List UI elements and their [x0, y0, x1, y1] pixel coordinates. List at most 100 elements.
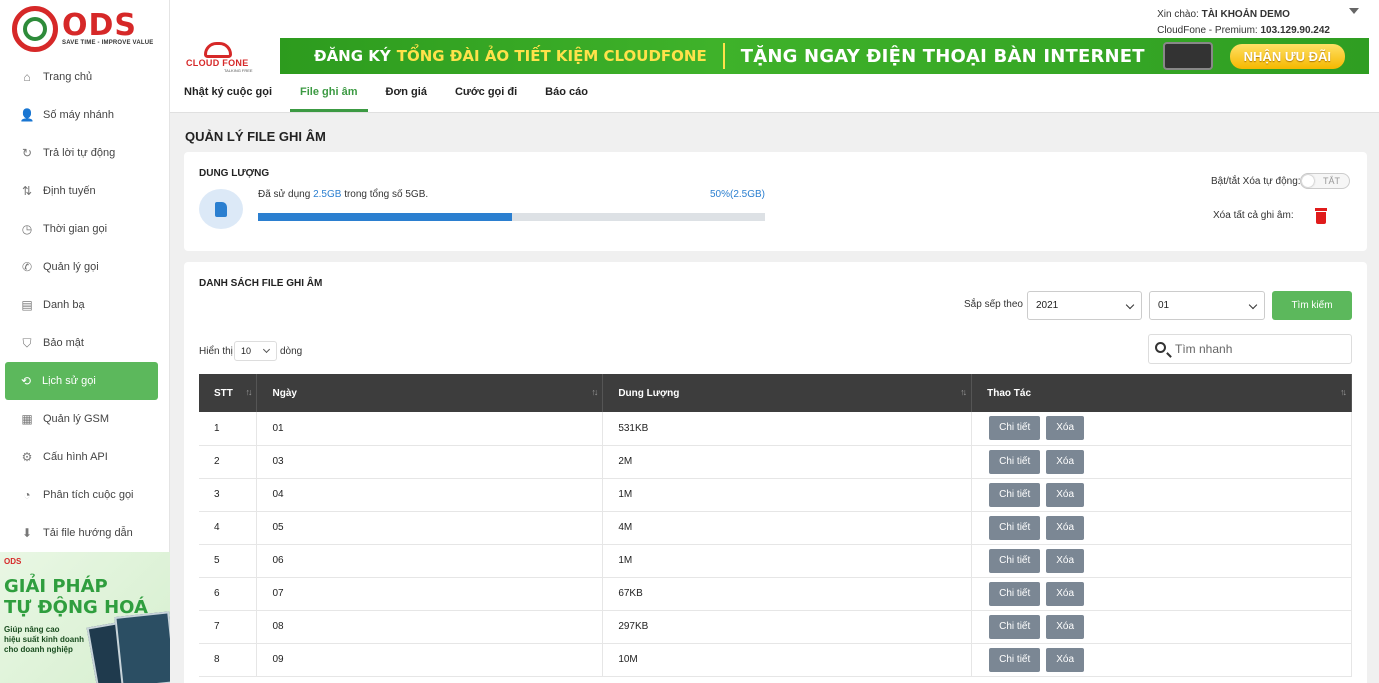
promo-subtitle: Giúp nâng cao hiệu suất kinh doanh cho d… [4, 625, 84, 655]
sidebar-item-label: Quản lý gọi [43, 261, 99, 273]
quick-search-box[interactable] [1148, 334, 1352, 364]
cell-size: 2M [602, 445, 973, 478]
sidebar-item-11[interactable]: ⚙ Cấu hình API [0, 438, 169, 476]
sort-arrows-icon[interactable]: ↑↓ [960, 387, 967, 397]
delete-button[interactable]: Xóa [1046, 416, 1085, 441]
cloudfone-promo-banner[interactable]: ĐĂNG KÝ TỔNG ĐÀI ẢO TIẾT KIỆM CLOUDFONE … [280, 38, 1369, 74]
table-row: 6 07 67KB Chi tiết Xóa [199, 577, 1352, 610]
promo-banner[interactable]: ODS GIẢI PHÁP TỰ ĐỘNG HOÁ Giúp nâng cao … [0, 552, 170, 683]
storage-card: DUNG LƯỢNG Đã sử dụng 2.5GB trong tổng s… [184, 152, 1367, 251]
home-icon: ⌂ [23, 70, 31, 84]
contacts-icon: ▤ [21, 298, 33, 312]
delete-button[interactable]: Xóa [1046, 482, 1085, 507]
tab-3[interactable]: Đơn giá [376, 74, 437, 112]
column-header[interactable]: STT ↑↓ [199, 374, 258, 412]
sidebar-item-13[interactable]: ⬇ Tải file hướng dẫn [0, 514, 169, 552]
detail-button[interactable]: Chi tiết [989, 416, 1041, 441]
sidebar-item-4[interactable]: ⇅ Định tuyến [0, 172, 169, 210]
chevron-down-icon [262, 345, 271, 354]
sidebar-item-10[interactable]: ▦ Quản lý GSM [0, 400, 169, 438]
sidebar-item-label: Bảo mật [43, 337, 84, 349]
delete-button[interactable]: Xóa [1046, 614, 1085, 639]
detail-button[interactable]: Chi tiết [989, 482, 1041, 507]
cell-day: 05 [256, 511, 604, 544]
show-label: Hiển thị [199, 346, 233, 357]
delete-button[interactable]: Xóa [1046, 449, 1085, 474]
delete-button[interactable]: Xóa [1046, 647, 1085, 672]
trash-icon[interactable] [1315, 208, 1327, 224]
cloudfone-logo-text: CLOUD FONE [186, 58, 249, 68]
sidebar-item-label: Trang chủ [43, 71, 93, 83]
column-header[interactable]: Dung Lượng ↑↓ [602, 374, 973, 412]
month-select[interactable]: 01 [1149, 291, 1265, 320]
sidebar-item-7[interactable]: ▤ Danh bạ [0, 286, 169, 324]
phone-icon: ✆ [21, 260, 33, 274]
storage-progress-fill [258, 213, 512, 221]
sidebar-item-label: Trả lời tự động [43, 147, 116, 159]
delete-button[interactable]: Xóa [1046, 548, 1085, 573]
cell-day: 04 [256, 478, 604, 511]
sidebar-item-5[interactable]: ◷ Thời gian gọi [0, 210, 169, 248]
search-button[interactable]: Tìm kiếm [1272, 291, 1352, 320]
sidebar-item-2[interactable]: 👤 Số máy nhánh [0, 96, 169, 134]
cloudfone-logo[interactable]: CLOUD FONE TALKING FREE [184, 42, 254, 73]
delete-button[interactable]: Xóa [1046, 515, 1085, 540]
tab-4[interactable]: Cước gọi đi [445, 74, 527, 112]
quick-search-input[interactable] [1175, 341, 1345, 357]
promo-book-image-2 [114, 611, 170, 683]
used-suffix: trong tổng số 5GB. [341, 189, 429, 200]
promo-sub-line3: cho doanh nghiệp [4, 645, 73, 654]
cell-day: 03 [256, 445, 604, 478]
table-row: 5 06 1M Chi tiết Xóa [199, 544, 1352, 577]
sidebar-item-3[interactable]: ↻ Trả lời tự động [0, 134, 169, 172]
banner-cta-button[interactable]: NHẬN ƯU ĐÃI [1229, 43, 1345, 69]
cell-actions: Chi tiết Xóa [971, 544, 1352, 577]
sort-arrows-icon[interactable]: ↑↓ [591, 387, 598, 397]
sidebar-item-12[interactable]: ◔ Phân tích cuộc gọi [0, 476, 169, 514]
sidebar-item-8[interactable]: ⛉ Bảo mật [0, 324, 169, 362]
toggle-knob [1302, 175, 1314, 187]
detail-button[interactable]: Chi tiết [989, 449, 1041, 474]
storage-percent: 50%(2.5GB) [709, 189, 765, 200]
sidebar-nav: ⌂ Trang chủ 👤 Số máy nhánh ↻ Trả lời tự động ⇅… [0, 58, 169, 552]
year-value: 2021 [1036, 300, 1059, 311]
promo-logo: ODS [4, 557, 22, 566]
caret-down-icon[interactable] [1349, 8, 1359, 14]
sidebar-item-label: Phân tích cuộc gọi [43, 489, 134, 501]
year-select[interactable]: 2021 [1027, 291, 1142, 320]
list-heading: DANH SÁCH FILE GHI ÂM [199, 278, 323, 289]
sidebar-item-9[interactable]: ⟲ Lịch sử gọi [5, 362, 158, 400]
tab-1[interactable]: Nhật ký cuộc gọi [174, 74, 282, 112]
cell-stt: 2 [199, 445, 258, 478]
column-header[interactable]: Thao Tác ↑↓ [971, 374, 1352, 412]
sort-arrows-icon[interactable]: ↑↓ [245, 387, 252, 397]
sort-arrows-icon[interactable]: ↑↓ [1340, 387, 1347, 397]
top-header: Xin chào: TÀI KHOẢN DEMO CloudFone - Pre… [170, 0, 1379, 38]
column-header-label: Dung Lượng [618, 387, 680, 399]
detail-button[interactable]: Chi tiết [989, 581, 1041, 606]
sidebar-item-6[interactable]: ✆ Quản lý gọi [0, 248, 169, 286]
promo-title-line1: GIẢI PHÁP [4, 576, 108, 597]
page-size-select[interactable]: 10 [234, 341, 277, 361]
cell-actions: Chi tiết Xóa [971, 445, 1352, 478]
cell-stt: 1 [199, 412, 258, 445]
table-row: 1 01 531KB Chi tiết Xóa [199, 412, 1352, 445]
cell-size: 531KB [602, 412, 973, 445]
cell-stt: 8 [199, 643, 258, 676]
user-info[interactable]: Xin chào: TÀI KHOẢN DEMO CloudFone - Pre… [1157, 7, 1330, 39]
auto-delete-toggle[interactable]: TẮT [1300, 173, 1350, 189]
detail-button[interactable]: Chi tiết [989, 614, 1041, 639]
sidebar-item-label: Quản lý GSM [43, 413, 110, 425]
ods-logo[interactable]: ODS SAVE TIME - IMPROVE VALUE [0, 0, 169, 58]
tab-5[interactable]: Báo cáo [535, 74, 598, 112]
ods-logo-mark-icon [12, 6, 58, 52]
sd-card-icon [199, 189, 243, 229]
detail-button[interactable]: Chi tiết [989, 647, 1041, 672]
sidebar-item-1[interactable]: ⌂ Trang chủ [0, 58, 169, 96]
column-header[interactable]: Ngày ↑↓ [256, 374, 604, 412]
tab-bar: Nhật ký cuộc gọi File ghi âm Đơn giá Cước g… [170, 74, 1379, 113]
detail-button[interactable]: Chi tiết [989, 515, 1041, 540]
detail-button[interactable]: Chi tiết [989, 548, 1041, 573]
delete-button[interactable]: Xóa [1046, 581, 1085, 606]
tab-2[interactable]: File ghi âm [290, 74, 368, 112]
